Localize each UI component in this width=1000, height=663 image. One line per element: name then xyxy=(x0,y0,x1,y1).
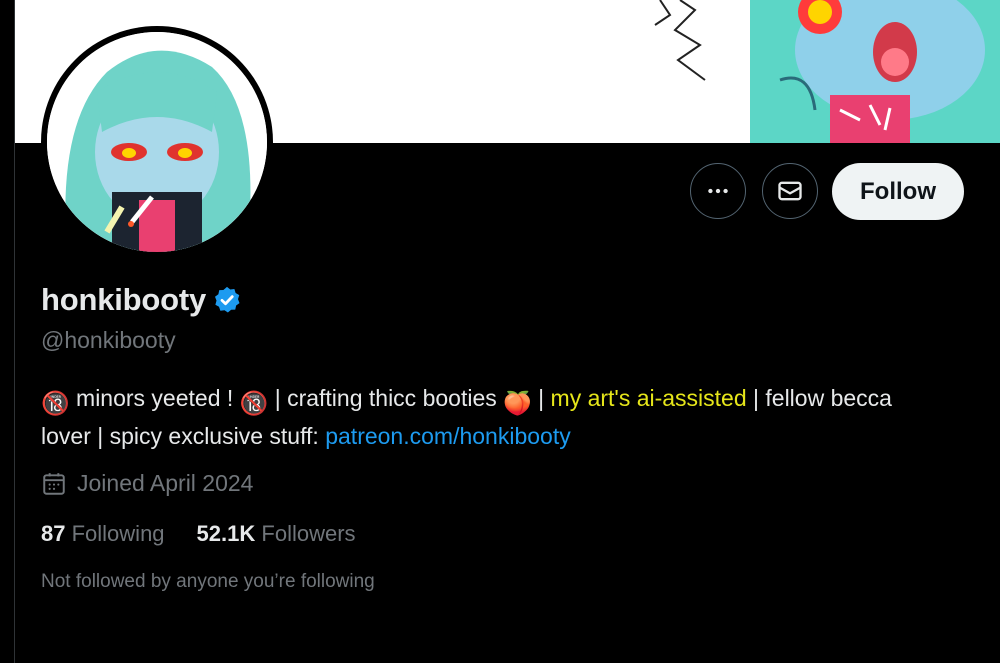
message-button[interactable] xyxy=(762,163,818,219)
more-options-button[interactable] xyxy=(690,163,746,219)
profile-bio: 🔞 minors yeeted ! 🔞 | crafting thicc boo… xyxy=(41,382,941,453)
following-label: Following xyxy=(71,521,165,546)
display-name: honkibooty xyxy=(41,282,207,317)
more-dots-icon xyxy=(708,188,728,194)
joined-text: Joined April 2024 xyxy=(77,470,254,496)
calendar-icon xyxy=(43,472,65,495)
no-under-18-emoji: 🔞 xyxy=(239,390,269,416)
following-link[interactable]: 87 Following xyxy=(41,521,165,547)
followers-count: 52.1K xyxy=(196,521,256,546)
joined-date: Joined April 2024 xyxy=(41,470,253,497)
bio-text-3: | xyxy=(531,385,551,411)
bio-text-2: | crafting thicc booties xyxy=(268,385,504,411)
following-count: 87 xyxy=(41,521,66,546)
followers-label: Followers xyxy=(261,521,356,546)
patreon-link[interactable]: patreon.com/honkibooty xyxy=(325,423,571,449)
envelope-icon xyxy=(778,181,802,201)
avatar[interactable] xyxy=(47,32,267,252)
profile-page: Follow honkibooty @honkibooty 🔞 minors y… xyxy=(0,0,1000,663)
follow-button[interactable]: Follow xyxy=(832,163,964,220)
handle: @honkibooty xyxy=(41,327,176,353)
avatar-border[interactable] xyxy=(41,26,273,258)
peach-emoji: 🍑 xyxy=(503,390,532,416)
followers-link[interactable]: 52.1K Followers xyxy=(197,521,356,547)
no-under-18-emoji: 🔞 xyxy=(41,390,70,416)
name-row: honkibooty xyxy=(41,282,242,318)
bio-text-1: minors yeeted ! xyxy=(69,385,240,411)
social-context: Not followed by anyone you’re following xyxy=(41,571,375,592)
banner-illustration xyxy=(654,0,1000,143)
verified-badge-icon[interactable] xyxy=(212,285,242,315)
follow-stats: 87 Following 52.1K Followers xyxy=(41,521,388,547)
avatar-illustration xyxy=(47,32,267,252)
bio-highlight: my art's ai-assisted xyxy=(550,385,747,411)
